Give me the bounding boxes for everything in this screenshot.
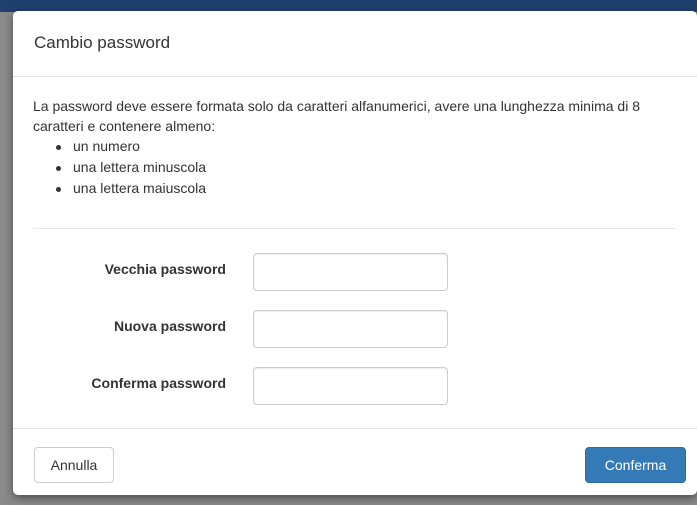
change-password-dialog: Cambio password La password deve essere … <box>13 11 697 495</box>
old-password-row: Vecchia password <box>33 253 676 291</box>
password-rules-text: La password deve essere formata solo da … <box>33 98 640 134</box>
rule-item: un numero <box>56 136 676 157</box>
modal-header: Cambio password <box>13 11 697 77</box>
new-password-input[interactable] <box>253 310 448 348</box>
cancel-button[interactable]: Annulla <box>34 447 114 483</box>
confirm-button[interactable]: Conferma <box>585 447 686 483</box>
new-password-label: Nuova password <box>113 318 226 334</box>
rule-item: una lettera minuscola <box>56 157 676 178</box>
modal-body: La password deve essere formata solo da … <box>13 77 697 405</box>
old-password-input[interactable] <box>253 253 448 291</box>
modal-title: Cambio password <box>34 32 171 52</box>
new-password-row: Nuova password <box>33 310 676 348</box>
modal-footer: Annulla Conferma <box>13 428 697 495</box>
rule-item: una lettera maiuscola <box>56 178 676 199</box>
divider <box>33 228 676 229</box>
confirm-password-row: Conferma password <box>33 367 676 405</box>
password-rules-list: un numero una lettera minuscola una lett… <box>33 136 676 199</box>
confirm-password-label: Conferma password <box>91 375 226 391</box>
old-password-label: Vecchia password <box>104 261 226 277</box>
confirm-password-input[interactable] <box>253 367 448 405</box>
password-form: Vecchia password Nuova password Conferma… <box>33 253 676 405</box>
